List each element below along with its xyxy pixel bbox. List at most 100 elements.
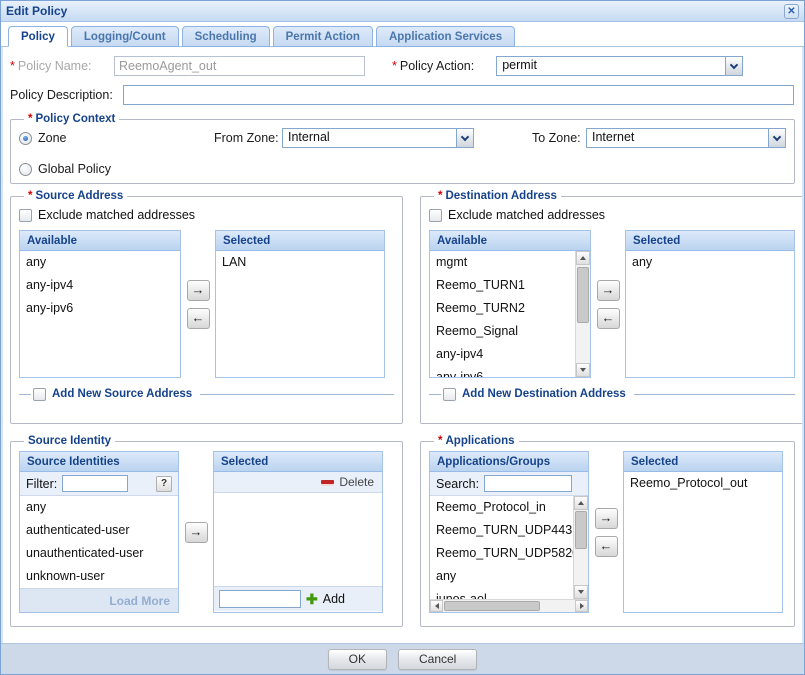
list-item[interactable]: Reemo_Signal (430, 320, 590, 343)
tab-permit-action[interactable]: Permit Action (273, 26, 373, 47)
edit-policy-dialog: Edit Policy ✕ PolicyLogging/CountSchedul… (0, 0, 805, 675)
list-item[interactable]: any (20, 496, 178, 519)
source-identity-fieldset: Source Identity Source Identities Filter… (10, 435, 403, 627)
add-new-destination-label: Add New Destination Address (462, 388, 634, 400)
source-selected-panel: Selected LAN (215, 230, 385, 378)
source-identity-legend: Source Identity (24, 435, 115, 447)
list-item[interactable]: Reemo_Protocol_in (430, 496, 588, 519)
scroll-up-icon[interactable] (576, 251, 590, 265)
chevron-down-icon[interactable] (725, 57, 742, 75)
delete-icon[interactable] (321, 480, 334, 484)
move-right-button[interactable]: → (595, 508, 618, 529)
scrollbar-thumb[interactable] (575, 511, 587, 549)
tab-application-services[interactable]: Application Services (376, 26, 515, 47)
list-item[interactable]: any (430, 565, 588, 588)
list-item[interactable]: mgmt (430, 251, 590, 274)
search-input[interactable] (484, 475, 572, 492)
filter-input[interactable] (62, 475, 128, 492)
source-selected-list[interactable]: LAN (216, 251, 384, 377)
source-identities-list[interactable]: anyauthenticated-userunauthenticated-use… (20, 496, 178, 588)
list-item[interactable]: any-ipv4 (20, 274, 180, 297)
scroll-down-icon[interactable] (574, 585, 588, 599)
source-identities-header: Source Identities (20, 452, 178, 472)
dialog-content: *Policy Name: *Policy Action: permit Pol… (1, 47, 804, 643)
list-item[interactable]: Reemo_TURN_UDP58200 (430, 542, 588, 565)
list-item[interactable]: any (626, 251, 794, 274)
cancel-button[interactable]: Cancel (398, 649, 477, 670)
source-address-fieldset: *Source Address Exclude matched addresse… (10, 190, 403, 424)
load-more-button[interactable]: Load More (109, 594, 170, 608)
move-right-button[interactable]: → (187, 280, 210, 301)
move-right-button[interactable]: → (597, 280, 620, 301)
add-new-destination-checkbox[interactable] (443, 388, 456, 401)
applications-selected-list[interactable]: Reemo_Protocol_out (624, 472, 782, 612)
policy-context-legend: *Policy Context (24, 113, 119, 125)
scroll-down-icon[interactable] (576, 363, 590, 377)
move-right-button[interactable]: → (185, 522, 208, 543)
destination-address-legend: *Destination Address (434, 190, 561, 202)
list-item[interactable]: Reemo_TURN1 (430, 274, 590, 297)
identity-selected-toolbar: Delete (214, 472, 382, 493)
horizontal-scrollbar[interactable] (430, 599, 588, 612)
list-item[interactable]: Reemo_TURN2 (430, 297, 590, 320)
policy-action-label: *Policy Action: (392, 59, 474, 73)
destination-address-fieldset: *Destination Address Exclude matched add… (420, 190, 804, 424)
list-item[interactable]: any-ipv6 (430, 366, 590, 377)
applications-list[interactable]: Reemo_Protocol_inReemo_TURN_UDP443Reemo_… (430, 496, 588, 612)
close-icon[interactable]: ✕ (784, 4, 799, 19)
list-item[interactable]: any-ipv4 (430, 343, 590, 366)
policy-action-select[interactable]: permit (496, 56, 743, 76)
applications-fieldset: *Applications Applications/Groups Search… (420, 435, 795, 627)
ok-button[interactable]: OK (328, 649, 387, 670)
exclude-source-checkbox[interactable] (19, 209, 32, 222)
policy-name-field[interactable] (114, 56, 365, 76)
help-icon[interactable]: ? (156, 476, 172, 492)
move-left-button[interactable]: ← (595, 536, 618, 557)
from-zone-label: From Zone: (214, 131, 282, 145)
list-item[interactable]: authenticated-user (20, 519, 178, 542)
add-button[interactable]: Add (323, 592, 345, 606)
vertical-scrollbar[interactable] (575, 251, 590, 377)
list-item[interactable]: unknown-user (20, 565, 178, 588)
tab-scheduling[interactable]: Scheduling (182, 26, 270, 47)
scrollbar-thumb[interactable] (577, 267, 589, 323)
chevron-down-icon[interactable] (768, 129, 785, 147)
policy-description-field[interactable] (123, 85, 794, 105)
tab-policy[interactable]: Policy (8, 26, 68, 47)
move-left-button[interactable]: ← (187, 308, 210, 329)
destination-selected-list[interactable]: any (626, 251, 794, 377)
source-available-header: Available (20, 231, 180, 251)
identity-add-row: ✚ Add (214, 586, 382, 611)
source-available-list[interactable]: anyany-ipv4any-ipv6 (20, 251, 180, 377)
scroll-left-icon[interactable] (430, 600, 443, 612)
move-left-button[interactable]: ← (597, 308, 620, 329)
chevron-down-icon[interactable] (456, 129, 473, 147)
list-item[interactable]: LAN (216, 251, 384, 274)
scrollbar-thumb[interactable] (444, 601, 540, 611)
global-policy-radio[interactable] (19, 163, 32, 176)
destination-available-list[interactable]: mgmtReemo_TURN1Reemo_TURN2Reemo_Signalan… (430, 251, 590, 377)
list-item[interactable]: any (20, 251, 180, 274)
delete-button[interactable]: Delete (339, 475, 374, 489)
list-item[interactable]: unauthenticated-user (20, 542, 178, 565)
list-item[interactable]: Reemo_TURN_UDP443 (430, 519, 588, 542)
destination-available-panel: Available mgmtReemo_TURN1Reemo_TURN2Reem… (429, 230, 591, 378)
scroll-right-icon[interactable] (575, 600, 588, 612)
add-new-source-checkbox[interactable] (33, 388, 46, 401)
identity-selected-list[interactable] (214, 493, 382, 586)
applications-legend: *Applications (434, 435, 519, 447)
vertical-scrollbar[interactable] (573, 496, 588, 599)
to-zone-select[interactable]: Internet (586, 128, 786, 148)
exclude-destination-label: Exclude matched addresses (448, 208, 605, 222)
list-item[interactable]: Reemo_Protocol_out (624, 472, 782, 495)
zone-radio[interactable] (19, 132, 32, 145)
add-plus-icon[interactable]: ✚ (306, 592, 318, 606)
dialog-titlebar: Edit Policy ✕ (1, 1, 804, 22)
policy-description-label: Policy Description: (10, 88, 123, 102)
from-zone-select[interactable]: Internal (282, 128, 474, 148)
list-item[interactable]: any-ipv6 (20, 297, 180, 320)
scroll-up-icon[interactable] (574, 496, 588, 510)
tab-logging-count[interactable]: Logging/Count (71, 26, 179, 47)
identity-add-input[interactable] (219, 590, 301, 608)
exclude-destination-checkbox[interactable] (429, 209, 442, 222)
